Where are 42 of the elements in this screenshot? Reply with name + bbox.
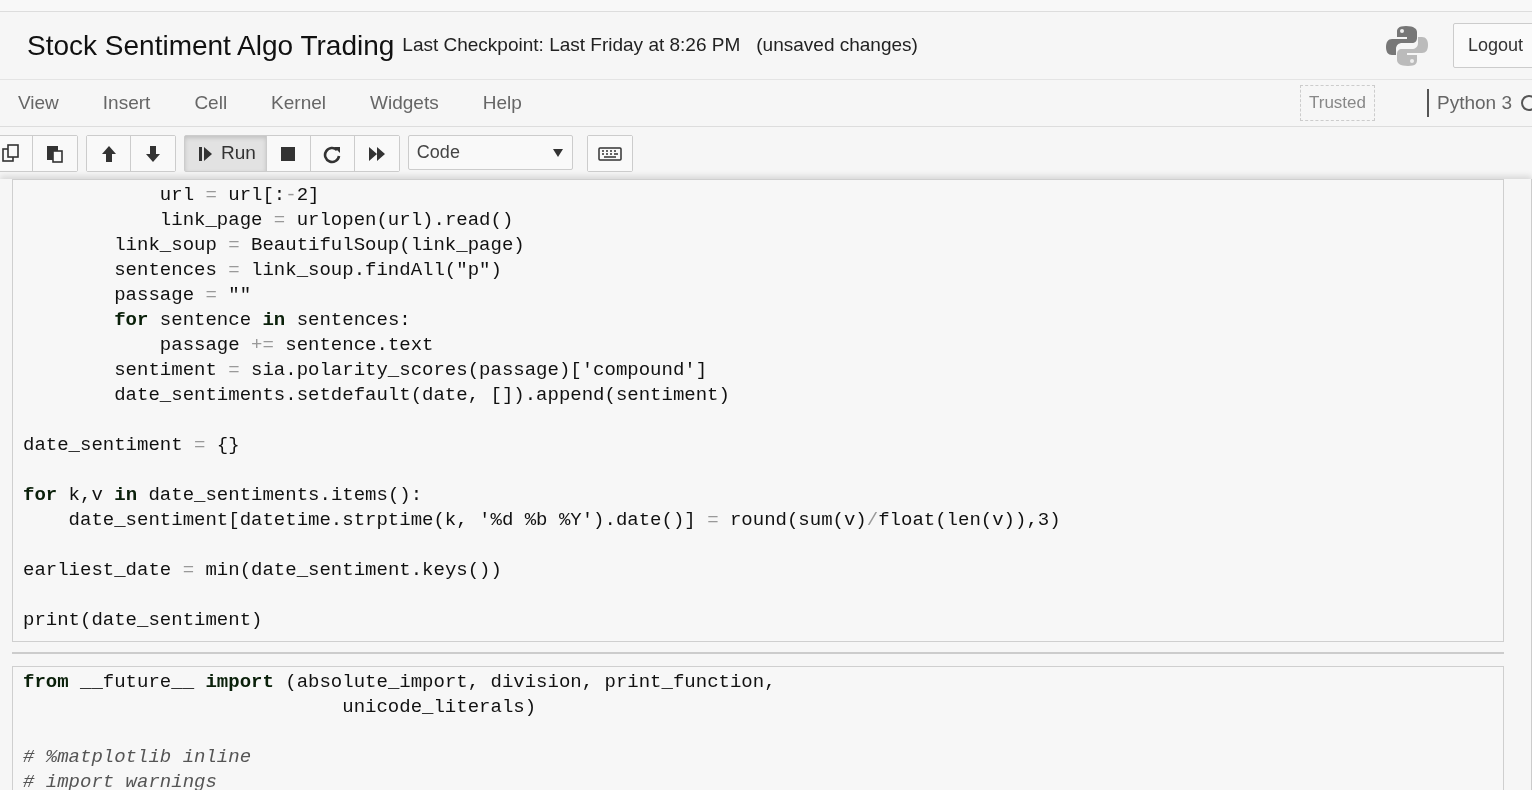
code-line: unicode_literals): [341, 695, 538, 720]
code-line: passage += sentence.text: [158, 333, 435, 358]
paste-icon: [45, 143, 65, 164]
code-line: date_sentiment[datetime.strptime(k, '%d %b %Y').date()] = round(sum(v)/float(len(v)),3): [67, 508, 1062, 533]
code-line: link_soup = BeautifulSoup(link_page): [113, 233, 526, 258]
menu-item[interactable]: Kernel: [271, 88, 327, 118]
code-line: sentences = link_soup.findAll("p"): [113, 258, 503, 283]
menu-item[interactable]: Help: [482, 88, 522, 118]
menu-item[interactable]: Insert: [102, 88, 151, 118]
checkpoint-status: Last Checkpoint: Last Friday at 8:26 PM: [402, 33, 741, 58]
save-status: (unsaved changes): [756, 33, 918, 58]
code-line: sentiment = sia.polarity_scores(passage)['compound']: [113, 358, 709, 383]
trusted-indicator[interactable]: Trusted: [1300, 85, 1375, 121]
code-line: link_page = urlopen(url).read(): [158, 208, 515, 233]
kernel-idle-icon: [1520, 94, 1532, 112]
logout-button[interactable]: Logout: [1452, 23, 1532, 68]
python-logo-icon: [1384, 23, 1429, 68]
code-cell[interactable]: [12, 179, 1504, 642]
kernel-name: Python 3: [1427, 88, 1512, 118]
code-line: from __future__ import (absolute_import, division, print_function,: [23, 670, 777, 695]
code-line: # %matplotlib inline: [23, 745, 253, 770]
copy-button[interactable]: [0, 136, 33, 171]
code-line: for k,v in date_sentiments.items():: [23, 483, 424, 508]
menu-item[interactable]: View: [18, 88, 59, 118]
code-line: print(date_sentiment): [23, 608, 264, 633]
menu-item[interactable]: Widgets: [370, 88, 439, 118]
code-line: date_sentiment = {}: [23, 433, 241, 458]
keyboard-button[interactable]: [587, 136, 632, 171]
code-line: url = url[:-2]: [158, 183, 321, 208]
code-line: date_sentiments.setdefault(date, []).append(sentiment): [113, 383, 731, 408]
run-button[interactable]: Run: [185, 136, 267, 171]
code-line: passage = "": [113, 283, 253, 308]
code-line: for sentence in sentences:: [113, 308, 412, 333]
cell-type-dropdown[interactable]: Code: [407, 135, 573, 170]
up-button[interactable]: [87, 136, 131, 171]
keyboard-icon: [597, 146, 622, 161]
arrow-down-icon: [143, 143, 163, 164]
caret-icon: [551, 147, 564, 158]
notebook-title[interactable]: Stock Sentiment Algo Trading: [27, 24, 395, 67]
code-line: earliest_date = min(date_sentiment.keys()): [23, 558, 503, 583]
menu-item[interactable]: Cell: [194, 88, 228, 118]
copy-icon: [0, 143, 21, 164]
